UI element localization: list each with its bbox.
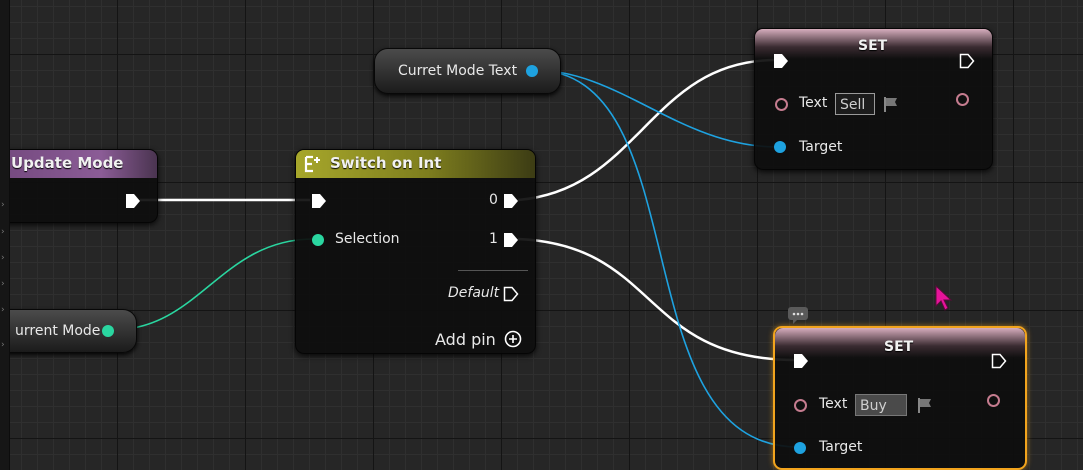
divider [458,270,528,271]
variable-label: Curret Mode Text [398,63,518,79]
text-label: Text [819,396,848,412]
exec-in-pin[interactable] [793,353,809,369]
set-node-title: SET [858,38,888,54]
int-wire-current-mode-to-selection [111,238,315,331]
text-out-pin[interactable] [956,93,969,106]
text-in-pin[interactable] [794,399,807,412]
text-out-pin[interactable] [987,394,1000,407]
exec-out-1-pin[interactable] [503,232,519,248]
selection-label: Selection [335,231,400,247]
target-in-pin[interactable] [774,141,786,153]
text-value-input[interactable]: Sell [835,93,875,115]
exec-out-default-pin[interactable] [503,286,519,302]
exec-in-pin[interactable] [773,53,789,69]
switch-icon [304,155,320,173]
exec-out-pin[interactable] [959,53,975,69]
flag-icon[interactable] [916,396,934,414]
target-in-pin[interactable] [794,442,806,454]
comment-bubble-icon[interactable] [787,306,809,324]
set-node-buy[interactable]: SET Text Buy Target [773,326,1027,470]
event-node-title: Update Mode [11,154,124,172]
exec-out-0-pin[interactable] [503,193,519,209]
selection-in-pin[interactable] [312,234,324,246]
target-label: Target [819,439,863,455]
int-out-pin[interactable] [102,325,114,337]
text-in-pin[interactable] [775,98,788,111]
text-value-input[interactable]: Buy [855,394,907,416]
switch-on-int-node[interactable]: Switch on Int Selection 0 1 Default Add … [295,149,536,354]
out-0-label: 0 [489,192,498,208]
plus-circle-icon[interactable] [504,330,522,348]
target-label: Target [799,139,843,155]
left-panel-edge: › › › › › › [0,0,10,470]
default-label: Default [448,285,500,301]
set-node-sell[interactable]: SET Text Sell Target [754,28,993,170]
flag-icon[interactable] [882,95,900,113]
text-label: Text [799,95,828,111]
mouse-cursor-icon [935,285,953,311]
exec-in-pin[interactable] [311,193,327,209]
exec-out-pin[interactable] [991,353,1007,369]
variable-node-current-mode-text[interactable]: Curret Mode Text [374,48,561,94]
event-node-update-mode[interactable]: Update Mode [0,149,158,223]
variable-node-current-mode[interactable]: urrent Mode [0,309,137,353]
set-node-title: SET [884,339,914,355]
out-1-label: 1 [489,231,498,247]
exec-wire-1-to-set-buy [517,237,797,362]
exec-out-pin[interactable] [125,193,141,209]
add-pin-label[interactable]: Add pin [435,330,496,349]
switch-node-title: Switch on Int [330,154,442,172]
object-out-pin[interactable] [526,65,538,77]
object-wire-to-target-sell [533,69,779,148]
variable-label: urrent Mode [15,323,101,339]
